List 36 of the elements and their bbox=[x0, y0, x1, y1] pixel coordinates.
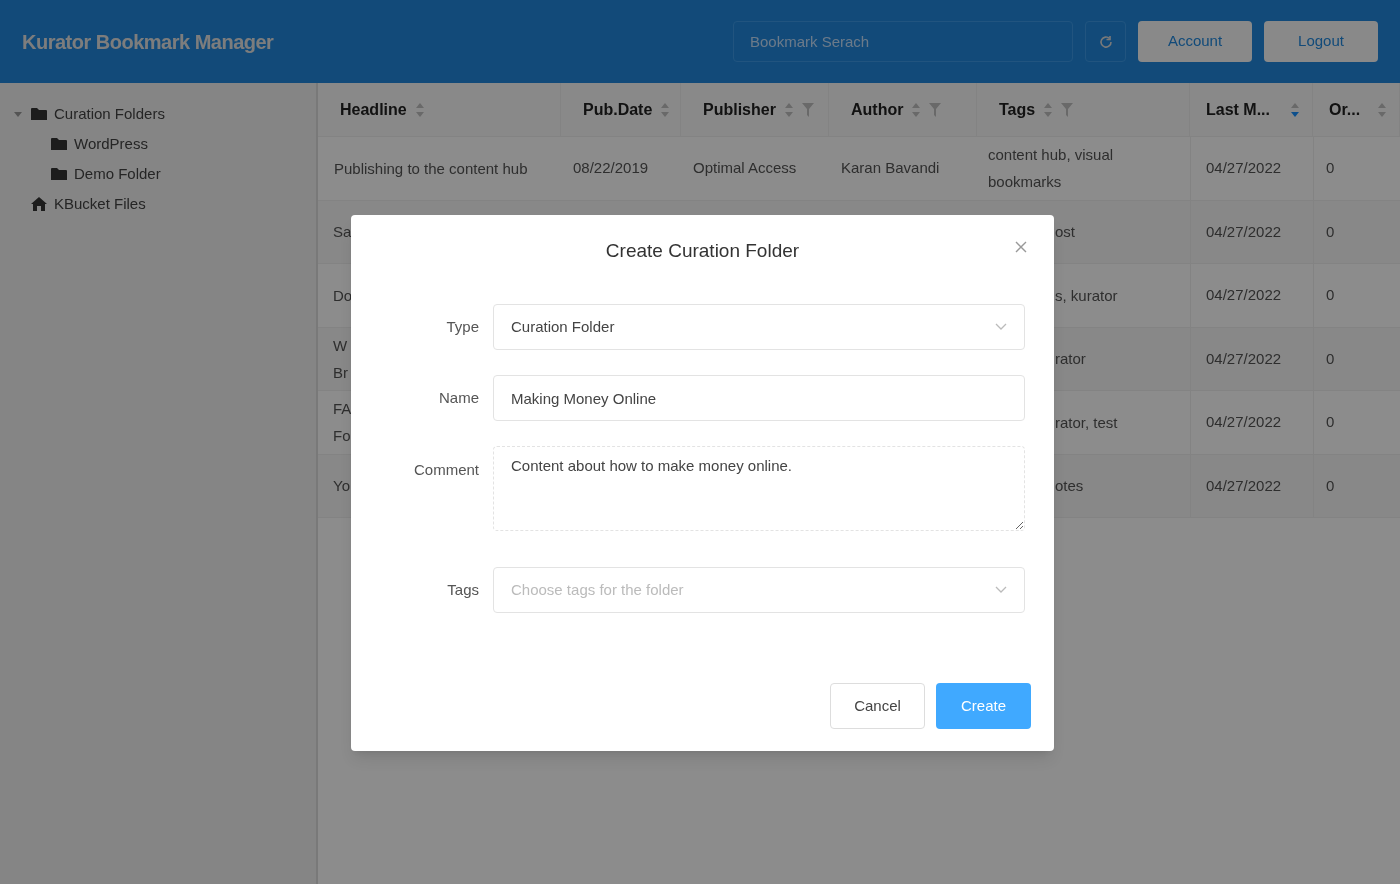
table-cell-text: 04/27/2022 bbox=[1206, 158, 1282, 178]
table-cell-text: Fo bbox=[333, 426, 351, 447]
table-cell-text: Yo bbox=[333, 476, 350, 497]
table-cell-text: 04/27/2022 bbox=[1206, 221, 1282, 242]
field-label: Comment bbox=[412, 460, 479, 480]
table-cell-text: 0 bbox=[1326, 348, 1335, 369]
table-cell-text: rator bbox=[1055, 349, 1086, 370]
table-cell-text: 04/27/2022 bbox=[1206, 348, 1282, 369]
table-cell-text: FA bbox=[333, 399, 352, 420]
table-cell-text: Publishing to the content hub bbox=[334, 158, 528, 179]
table-cell-text: Sa bbox=[333, 222, 352, 243]
field-label: Name bbox=[438, 388, 479, 408]
table-cell-text: Karan Bavandi bbox=[841, 158, 940, 178]
table-cell-text: 0 bbox=[1326, 475, 1335, 496]
dialog-title: Create Curation Folder bbox=[605, 238, 800, 263]
table-cell-text: 08/22/2019 bbox=[573, 158, 649, 178]
table-cell-text: 04/27/2022 bbox=[1206, 412, 1282, 432]
table-cell-text: otes bbox=[1055, 476, 1084, 497]
table-cell-text: 0 bbox=[1326, 221, 1335, 242]
table-cell-text: Br bbox=[333, 362, 348, 383]
table-cell-text: 0 bbox=[1326, 412, 1335, 432]
table-cell-text: ost bbox=[1055, 222, 1075, 243]
table-cell-text: rator, test bbox=[1055, 412, 1118, 433]
table-cell-text: Optimal Access bbox=[693, 158, 797, 178]
table-cell-text: W bbox=[333, 335, 348, 356]
table-cell-text: 0 bbox=[1326, 285, 1335, 305]
app-title: Kurator Bookmark Manager bbox=[22, 29, 274, 55]
table-cell-text: 04/27/2022 bbox=[1206, 285, 1282, 305]
field-label: Tags bbox=[446, 580, 479, 600]
table-cell-text: Do bbox=[333, 285, 353, 306]
field-label: Type bbox=[445, 317, 479, 337]
table-cell-text: s, kurator bbox=[1055, 285, 1118, 306]
table-cell-text: content hub, visual bbox=[988, 145, 1114, 166]
table-cell-text: 0 bbox=[1326, 158, 1335, 178]
table-cell-text: 04/27/2022 bbox=[1206, 475, 1282, 496]
table-cell-text: bookmarks bbox=[988, 172, 1062, 193]
